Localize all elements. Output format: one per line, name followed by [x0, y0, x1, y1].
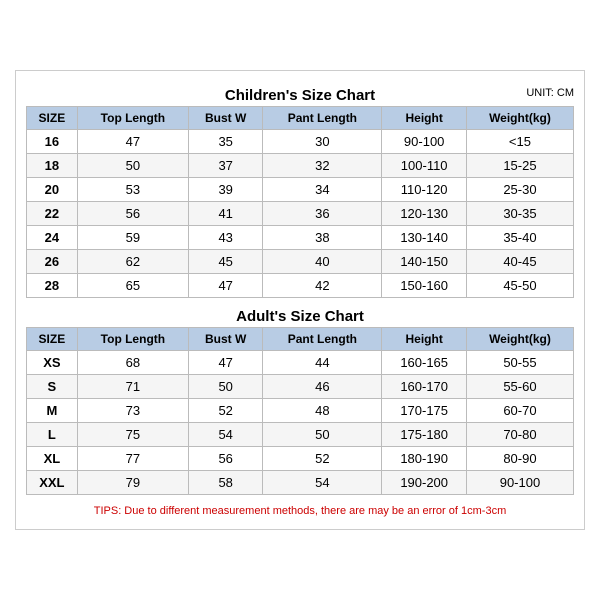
table-row: M735248170-17560-70 [27, 399, 574, 423]
unit-label: UNIT: CM [526, 87, 574, 99]
table-row: 22564136120-13030-35 [27, 202, 574, 226]
children-size-table: SIZE Top Length Bust W Pant Length Heigh… [26, 106, 574, 298]
table-row: XXL795854190-20090-100 [27, 471, 574, 495]
col-height: Height [382, 107, 467, 130]
tips-text: TIPS: Due to different measurement metho… [26, 499, 574, 519]
col-weight-adult: Weight(kg) [466, 328, 573, 351]
table-row: 28654742150-16045-50 [27, 274, 574, 298]
col-size: SIZE [27, 107, 78, 130]
adult-size-table: SIZE Top Length Bust W Pant Length Heigh… [26, 327, 574, 495]
col-bust-w-adult: Bust W [189, 328, 263, 351]
col-bust-w: Bust W [189, 107, 263, 130]
col-size-adult: SIZE [27, 328, 78, 351]
children-title-text: Children's Size Chart [225, 87, 375, 104]
table-row: XL775652180-19080-90 [27, 447, 574, 471]
col-height-adult: Height [382, 328, 467, 351]
col-pant-length: Pant Length [263, 107, 382, 130]
children-header-row: SIZE Top Length Bust W Pant Length Heigh… [27, 107, 574, 130]
size-chart-container: Children's Size Chart UNIT: CM SIZE Top … [15, 70, 585, 530]
adult-title-text: Adult's Size Chart [236, 308, 364, 325]
table-row: 18503732100-11015-25 [27, 154, 574, 178]
table-row: L755450175-18070-80 [27, 423, 574, 447]
children-table-body: 1647353090-100<1518503732100-11015-25205… [27, 130, 574, 298]
table-row: 20533934110-12025-30 [27, 178, 574, 202]
adult-chart-title: Adult's Size Chart [26, 302, 574, 327]
col-top-length: Top Length [77, 107, 188, 130]
table-row: S715046160-17055-60 [27, 375, 574, 399]
col-weight: Weight(kg) [466, 107, 573, 130]
table-row: 26624540140-15040-45 [27, 250, 574, 274]
col-pant-length-adult: Pant Length [263, 328, 382, 351]
adult-header-row: SIZE Top Length Bust W Pant Length Heigh… [27, 328, 574, 351]
table-row: XS684744160-16550-55 [27, 351, 574, 375]
table-row: 24594338130-14035-40 [27, 226, 574, 250]
col-top-length-adult: Top Length [77, 328, 188, 351]
adult-table-body: XS684744160-16550-55S715046160-17055-60M… [27, 351, 574, 495]
children-chart-title: Children's Size Chart UNIT: CM [26, 81, 574, 106]
table-row: 1647353090-100<15 [27, 130, 574, 154]
